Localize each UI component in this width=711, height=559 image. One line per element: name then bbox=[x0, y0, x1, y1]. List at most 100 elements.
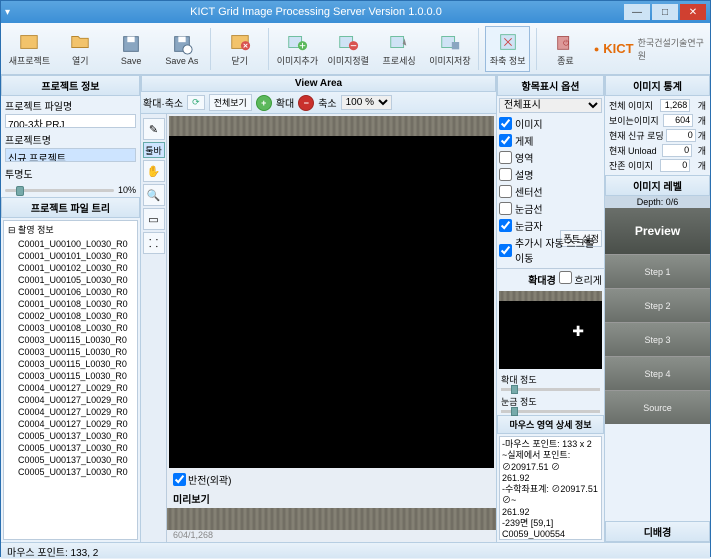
step-tile[interactable]: Step 3 bbox=[605, 322, 710, 356]
mag-slider[interactable] bbox=[501, 388, 600, 391]
minimize-button[interactable]: — bbox=[624, 4, 650, 20]
tree-item[interactable]: C0003_U00115_L0030_R0 bbox=[4, 358, 137, 370]
project-info-header: 프로젝트 정보 bbox=[1, 75, 140, 96]
tree-item[interactable]: C0001_U00106_L0030_R0 bbox=[4, 286, 137, 298]
exit-button[interactable]: ⏻종료 bbox=[543, 26, 588, 72]
zoom-in-button[interactable]: + bbox=[256, 95, 272, 111]
tree-item[interactable]: C0004_U00127_L0029_R0 bbox=[4, 406, 137, 418]
step-tile[interactable]: Step 1 bbox=[605, 254, 710, 288]
preview-strip[interactable] bbox=[167, 508, 496, 530]
crack-info-button[interactable]: 좌축 정보 bbox=[485, 26, 530, 72]
tree-item[interactable]: C0003_U00115_L0030_R0 bbox=[4, 334, 137, 346]
tree-item[interactable]: C0001_U00100_L0030_R0 bbox=[4, 238, 137, 250]
fit-view-button[interactable]: 전체보기 bbox=[209, 94, 252, 111]
bracket-tool[interactable]: ⸬ bbox=[143, 232, 165, 254]
blur-checkbox[interactable] bbox=[559, 271, 572, 284]
ruler-tool[interactable]: ▭ bbox=[143, 208, 165, 230]
tree-root[interactable]: ⊟ 촬영 정보 bbox=[4, 221, 137, 238]
image-level-header: 이미지 레벨 bbox=[605, 175, 710, 196]
tree-item[interactable]: C0005_U00137_L0030_R0 bbox=[4, 442, 137, 454]
svg-text:⏻: ⏻ bbox=[564, 39, 570, 48]
zoom-out-label: 축소 bbox=[318, 95, 336, 110]
open-button[interactable]: 열기 bbox=[58, 26, 103, 72]
project-name-label: 프로젝트명 bbox=[5, 132, 136, 147]
preview-tile[interactable]: Preview bbox=[605, 208, 710, 254]
grid-slider[interactable] bbox=[501, 410, 600, 413]
preview-label: 미리보기 bbox=[167, 489, 496, 508]
crosshair-icon: ✚ bbox=[572, 323, 584, 340]
zoom-reset-button[interactable]: ⟳ bbox=[187, 95, 205, 110]
mouse-detail-box: -마우스 포인트: 133 x 2~실제에서 포인트: ⊘20917.51 ⊘2… bbox=[499, 436, 602, 540]
project-tree-header: 프로젝트 파일 트리 bbox=[1, 197, 140, 218]
add-image-button[interactable]: 이미지추가 bbox=[275, 26, 320, 72]
tree-item[interactable]: C0003_U00115_L0030_R0 bbox=[4, 346, 137, 358]
close-project-button[interactable]: 닫기 bbox=[217, 26, 262, 72]
toolbar-label[interactable]: 툴바 bbox=[143, 142, 165, 158]
background-header: 디배경 bbox=[605, 521, 710, 542]
chk-desc[interactable] bbox=[499, 168, 512, 181]
new-project-button[interactable]: 새프로젝트 bbox=[7, 26, 52, 72]
tree-item[interactable]: C0004_U00127_L0029_R0 bbox=[4, 418, 137, 430]
tree-item[interactable]: C0001_U00108_L0030_R0 bbox=[4, 298, 137, 310]
project-file-label: 프로젝트 파일명 bbox=[5, 98, 136, 113]
depth-label: Depth: 0/6 bbox=[605, 196, 710, 208]
maximize-button[interactable]: □ bbox=[652, 4, 678, 20]
tree-item[interactable]: C0001_U00101_L0030_R0 bbox=[4, 250, 137, 262]
tree-item[interactable]: C0003_U00108_L0030_R0 bbox=[4, 322, 137, 334]
zoom-select[interactable]: 100 % bbox=[341, 95, 392, 110]
save-as-button[interactable]: Save As bbox=[159, 26, 204, 72]
tree-item[interactable]: C0002_U00108_L0030_R0 bbox=[4, 310, 137, 322]
magnify-tool[interactable]: 🔍 bbox=[143, 184, 165, 206]
detail-header: 마우스 영역 상세 정보 bbox=[497, 415, 604, 434]
view-area-header: View Area bbox=[141, 75, 496, 92]
sort-image-button[interactable]: 이미지정렬 bbox=[326, 26, 371, 72]
chk-center[interactable] bbox=[499, 185, 512, 198]
tree-item[interactable]: C0001_U00102_L0030_R0 bbox=[4, 262, 137, 274]
zoom-label: 확대·축소 bbox=[143, 95, 183, 110]
unload-value: 0 bbox=[662, 144, 692, 157]
chk-autoscroll[interactable] bbox=[499, 244, 512, 257]
step-tile[interactable]: Step 4 bbox=[605, 356, 710, 390]
project-file-value: 700-3차.PRJ bbox=[5, 114, 136, 128]
project-name-value[interactable]: 신규 프로젝트 bbox=[5, 148, 136, 162]
chk-region[interactable] bbox=[499, 151, 512, 164]
main-viewport[interactable] bbox=[169, 136, 494, 468]
chk-grid[interactable] bbox=[499, 202, 512, 215]
chk-image[interactable] bbox=[499, 117, 512, 130]
preview-meta: 604/1,268 bbox=[167, 530, 496, 542]
tree-item[interactable]: C0005_U00137_L0030_R0 bbox=[4, 466, 137, 478]
tree-item[interactable]: C0005_U00137_L0030_R0 bbox=[4, 430, 137, 442]
save-button[interactable]: Save bbox=[109, 26, 154, 72]
invert-checkbox[interactable] bbox=[173, 473, 186, 486]
logo-mark: KICT bbox=[603, 41, 633, 56]
chk-ruler[interactable] bbox=[499, 219, 512, 232]
display-options-header: 항목표시 옵션 bbox=[497, 75, 604, 96]
image-stats-header: 이미지 통계 bbox=[605, 75, 710, 96]
mouse-position: 마우스 포인트: 133, 2 bbox=[7, 548, 98, 559]
tree-item[interactable]: C0004_U00127_L0029_R0 bbox=[4, 382, 137, 394]
processing-button[interactable]: 프로세싱 bbox=[377, 26, 422, 72]
window-title: KICT Grid Image Processing Server Versio… bbox=[10, 6, 622, 18]
opacity-value: 10% bbox=[118, 185, 136, 195]
project-tree[interactable]: ⊟ 촬영 정보 C0001_U00100_L0030_R0C0001_U0010… bbox=[3, 220, 138, 540]
image-strip-top bbox=[169, 116, 494, 136]
magnifier-label: 확대경 bbox=[528, 276, 556, 287]
save-image-button[interactable]: 이미지저장 bbox=[428, 26, 473, 72]
step-tile[interactable]: Step 2 bbox=[605, 288, 710, 322]
tree-item[interactable]: C0005_U00137_L0030_R0 bbox=[4, 454, 137, 466]
hand-tool[interactable]: ✋ bbox=[143, 160, 165, 182]
opacity-slider[interactable] bbox=[5, 189, 114, 192]
zoom-in-label: 확대 bbox=[276, 95, 294, 110]
tree-item[interactable]: C0003_U00115_L0030_R0 bbox=[4, 370, 137, 382]
zoom-out-button[interactable]: − bbox=[298, 95, 314, 111]
display-select[interactable]: 전체표시 bbox=[499, 98, 602, 113]
tree-item[interactable]: C0001_U00105_L0030_R0 bbox=[4, 274, 137, 286]
chk-legend[interactable] bbox=[499, 134, 512, 147]
tree-item[interactable]: C0004_U00127_L0029_R0 bbox=[4, 394, 137, 406]
logo-sub: 한국건설기술연구원 bbox=[638, 36, 704, 62]
minimap[interactable]: ✚ bbox=[499, 291, 602, 369]
step-tile[interactable]: Source bbox=[605, 390, 710, 424]
logo-bullet: ● bbox=[594, 44, 599, 54]
pen-tool[interactable]: ✎ bbox=[143, 118, 165, 140]
close-button[interactable]: ✕ bbox=[680, 4, 706, 20]
